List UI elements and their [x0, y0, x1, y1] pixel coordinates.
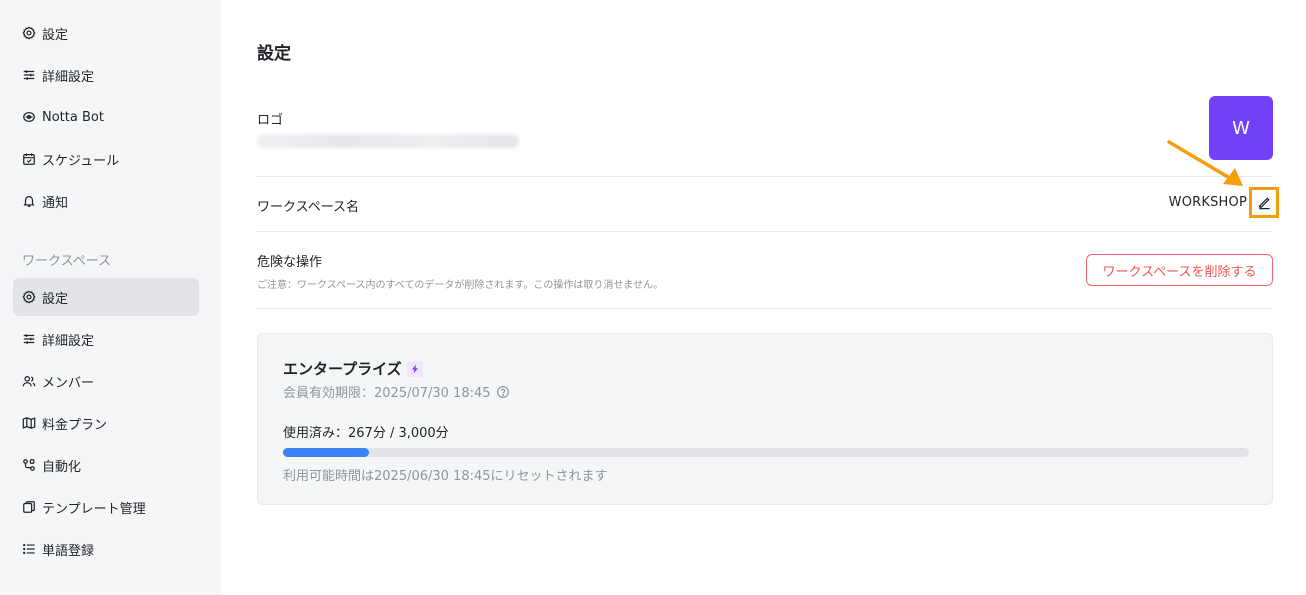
logo-label: ロゴ: [257, 113, 284, 128]
map-icon: [22, 416, 36, 430]
sidebar-item-label: スケジュール: [42, 153, 120, 169]
divider: [257, 231, 1273, 232]
plan-expiry: 会員有効期限：2025/07/30 18:45: [283, 382, 510, 401]
danger-note: ご注意：ワークスペース内のすべてのデータが削除されます。この操作は取り消せません…: [257, 280, 664, 291]
logo-hint-text: [257, 134, 519, 148]
plan-name-text: エンタープライズ: [283, 360, 402, 378]
divider: [257, 176, 1273, 177]
sidebar-item-workspace-advanced[interactable]: 詳細設定: [13, 320, 199, 358]
sidebar-section-label: ワークスペース: [22, 254, 112, 269]
divider: [257, 308, 1273, 309]
delete-workspace-button[interactable]: ワークスペースを削除する: [1086, 254, 1273, 286]
sidebar-item-pricing[interactable]: 料金プラン: [13, 404, 199, 442]
annotation-arrow-icon: [1167, 140, 1243, 186]
sidebar-item-label: テンプレート管理: [42, 501, 146, 517]
sliders-icon: [22, 68, 36, 82]
sidebar-item-templates[interactable]: テンプレート管理: [13, 488, 199, 526]
plan-expiry-text: 会員有効期限：2025/07/30 18:45: [283, 386, 491, 401]
usage-progress-fill: [283, 448, 369, 457]
calendar-icon: [22, 152, 36, 166]
sidebar-item-schedule[interactable]: スケジュール: [13, 140, 199, 178]
sidebar-item-label: 設定: [42, 27, 69, 43]
sidebar-item-label: 設定: [42, 291, 69, 307]
gear-icon: [22, 26, 36, 40]
danger-label: 危険な操作: [257, 255, 323, 270]
sliders-icon: [22, 332, 36, 346]
sidebar-item-label: 詳細設定: [42, 333, 95, 349]
workspace-name-label: ワークスペース名: [257, 200, 360, 215]
sidebar-item-label: 自動化: [42, 459, 82, 475]
edit-workspace-name-button[interactable]: [1249, 187, 1279, 218]
sidebar: 設定 詳細設定 Notta Bot スケジュール 通知 ワークスペース 設定 詳…: [0, 0, 221, 595]
sidebar-item-label: Notta Bot: [42, 109, 104, 125]
sidebar-item-label: 通知: [42, 195, 69, 211]
sidebar-item-notta-bot[interactable]: Notta Bot: [13, 98, 199, 136]
main-content: 設定 ロゴ W ワークスペース名 WORKSHOP 危険な操作 ご注意：ワークス…: [221, 0, 1306, 595]
sidebar-item-dictionary[interactable]: 単語登録: [13, 530, 199, 568]
sidebar-item-automation[interactable]: 自動化: [13, 446, 199, 484]
bot-icon: [22, 110, 36, 124]
reset-text: 利用可能時間は2025/06/30 18:45にリセットされます: [283, 469, 608, 484]
bolt-icon: [406, 360, 423, 377]
sidebar-item-label: 料金プラン: [42, 417, 108, 433]
users-icon: [22, 374, 36, 388]
pencil-icon: [1257, 195, 1272, 210]
bell-icon: [22, 194, 36, 208]
plan-card: エンタープライズ 会員有効期限：2025/07/30 18:45 使用済み：26…: [257, 333, 1273, 505]
sidebar-item-settings[interactable]: 設定: [13, 14, 199, 52]
sidebar-item-advanced-settings[interactable]: 詳細設定: [13, 56, 199, 94]
sidebar-item-label: 単語登録: [42, 543, 95, 559]
sidebar-item-members[interactable]: メンバー: [13, 362, 199, 400]
workspace-name-value: WORKSHOP: [1168, 195, 1247, 210]
template-icon: [22, 500, 36, 514]
sidebar-item-notifications[interactable]: 通知: [13, 182, 199, 220]
usage-text: 使用済み：267分 / 3,000分: [283, 426, 449, 441]
usage-progress-bar: [283, 448, 1249, 457]
gear-icon: [22, 290, 36, 304]
sidebar-item-label: メンバー: [42, 375, 95, 391]
sidebar-item-workspace-settings[interactable]: 設定: [13, 278, 199, 316]
plan-name: エンタープライズ: [283, 358, 423, 379]
workflow-icon: [22, 458, 36, 472]
list-icon: [22, 542, 36, 556]
help-icon[interactable]: [496, 385, 510, 399]
page-title: 設定: [257, 44, 291, 64]
sidebar-item-label: 詳細設定: [42, 69, 95, 85]
